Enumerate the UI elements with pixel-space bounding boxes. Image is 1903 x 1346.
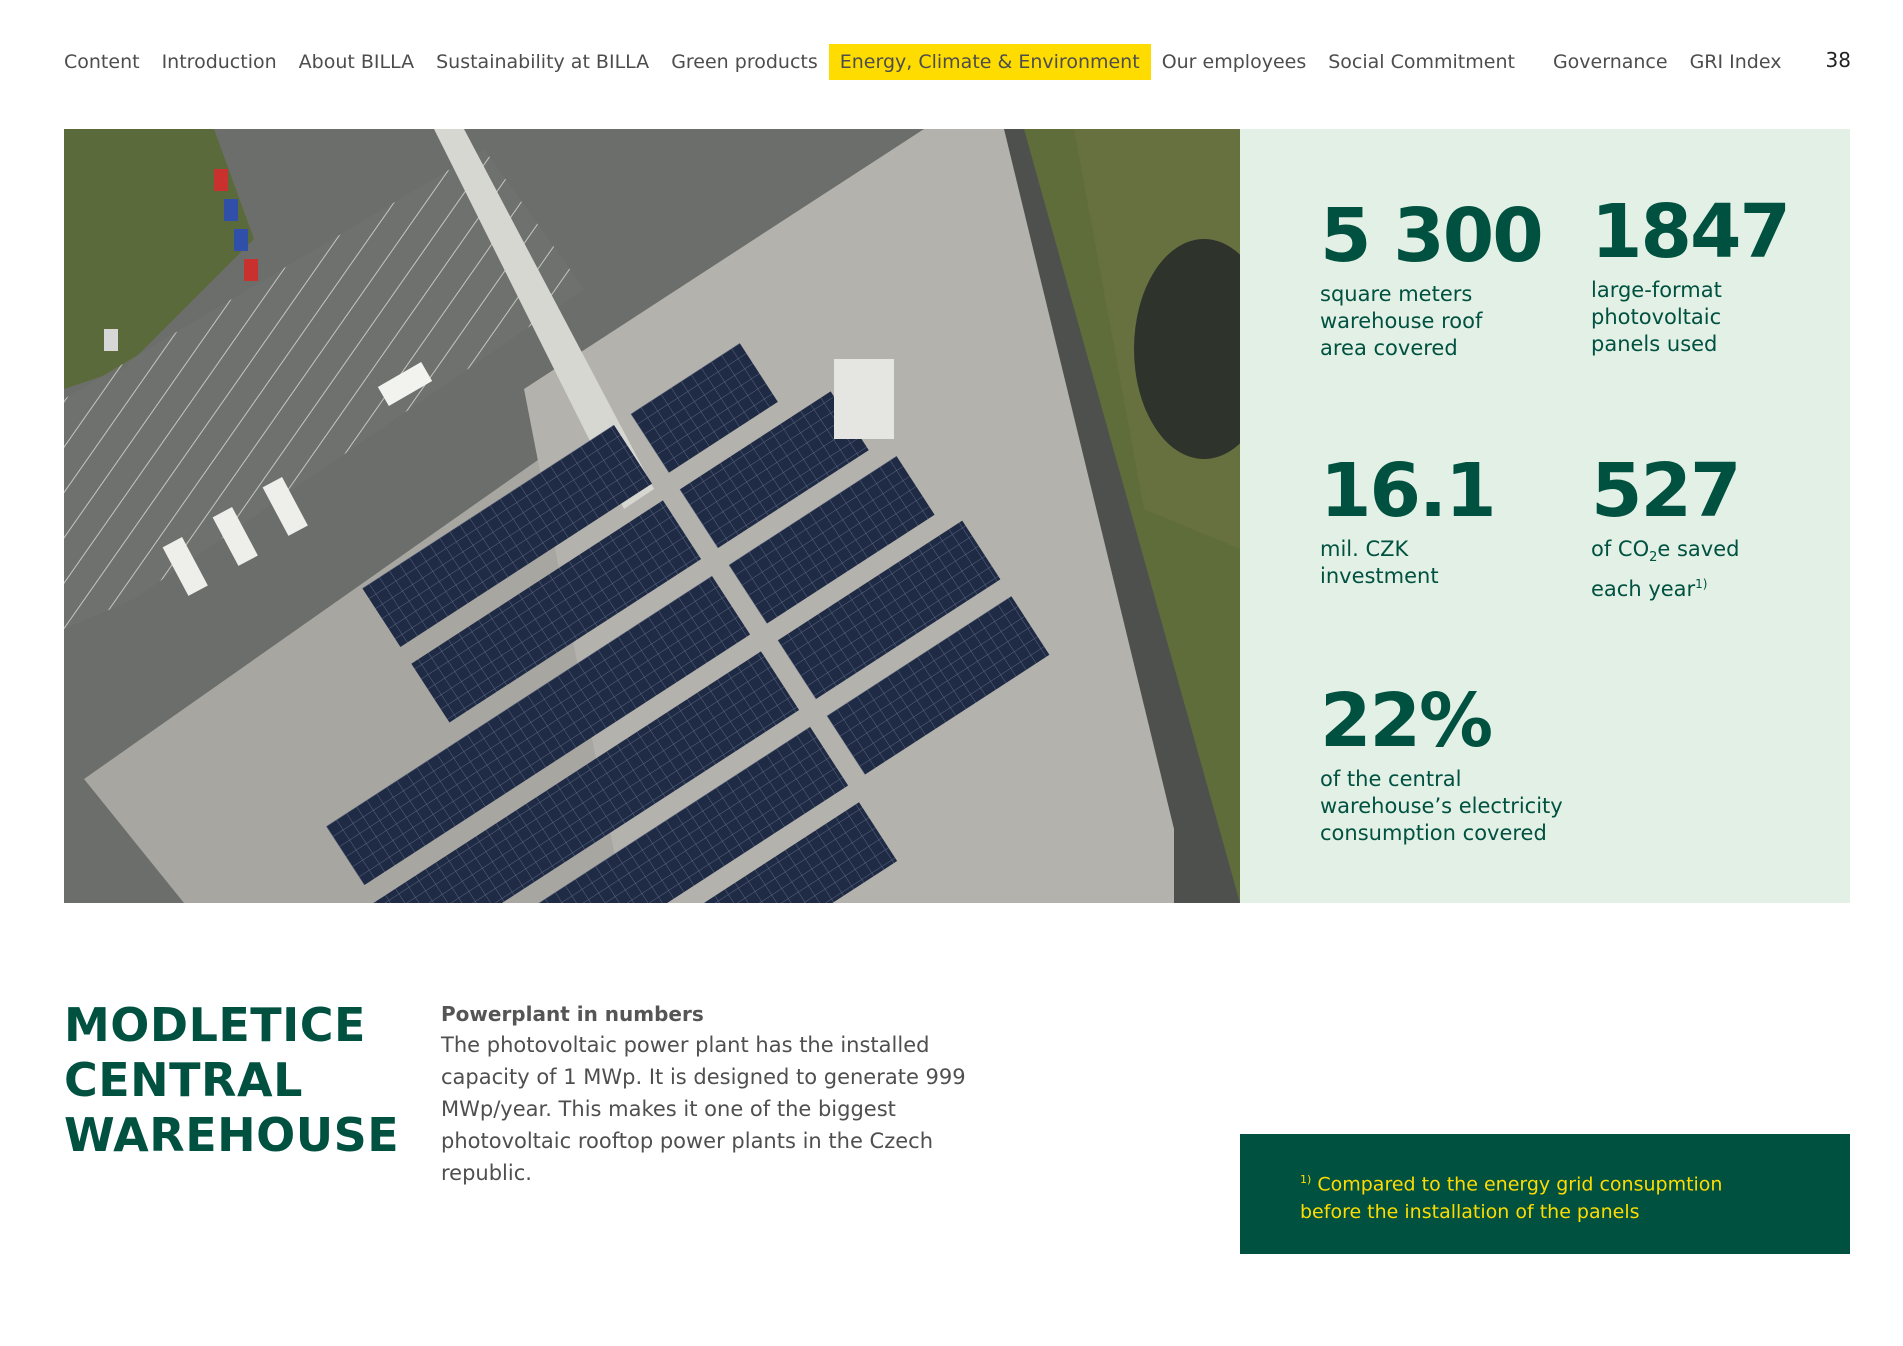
stat-co2: 527 of CO2e saved each year1) [1591, 448, 1741, 603]
stat-panels: 1847 large-format photovoltaic panels us… [1591, 189, 1791, 358]
stats-panel: 5 300 square meters warehouse roof area … [1240, 129, 1850, 903]
nav-item-green-products[interactable]: Green products [660, 44, 829, 80]
stat-investment: 16.1 mil. CZK investment [1320, 448, 1497, 590]
nav-item-governance[interactable]: Governance [1542, 44, 1679, 80]
stat-electricity-share-label: of the central warehouse’s electricity c… [1320, 767, 1563, 845]
page-headline: MODLETICE CENTRAL WAREHOUSE [64, 998, 400, 1163]
stat-panels-value: 1847 [1591, 189, 1791, 275]
stat-co2-label: of CO2e saved each year1) [1591, 537, 1740, 602]
nav-item-our-employees[interactable]: Our employees [1151, 44, 1318, 80]
headline-line-1: MODLETICE [64, 998, 366, 1052]
aerial-photo-illustration [64, 129, 1240, 903]
nav-item-sustainability[interactable]: Sustainability at BILLA [425, 44, 660, 80]
nav-item-energy-climate-environment[interactable]: Energy, Climate & Environment [828, 44, 1151, 80]
stat-investment-label: mil. CZK investment [1320, 537, 1439, 588]
nav-item-about-billa[interactable]: About BILLA [288, 44, 425, 80]
top-navigation: Content Introduction About BILLA Sustain… [64, 44, 1792, 80]
nav-item-gri-index[interactable]: GRI Index [1679, 44, 1793, 80]
nav-item-social-commitment[interactable]: Social Commitment [1317, 44, 1526, 80]
stat-co2-value: 527 [1591, 448, 1741, 534]
stat-investment-value: 16.1 [1320, 448, 1497, 534]
footnote-text: 1) Compared to the energy grid consupmti… [1300, 1173, 1723, 1224]
stat-panels-label: large-format photovoltaic panels used [1591, 278, 1722, 356]
stat-electricity-share-value: 22% [1320, 678, 1493, 764]
stat-roof-area: 5 300 square meters warehouse roof area … [1320, 193, 1544, 362]
nav-item-content[interactable]: Content [64, 44, 151, 80]
page-number: 38 [1825, 48, 1851, 72]
nav-item-introduction[interactable]: Introduction [151, 44, 288, 80]
stat-roof-area-value: 5 300 [1320, 193, 1544, 279]
footnote-box: 1) Compared to the energy grid consupmti… [1240, 1134, 1850, 1254]
aerial-photo-solar-roof [64, 129, 1240, 903]
powerplant-description: Powerplant in numbers The photovoltaic p… [441, 999, 1021, 1189]
stat-roof-area-label: square meters warehouse roof area covere… [1320, 282, 1483, 360]
headline-line-2: CENTRAL [64, 1053, 303, 1107]
powerplant-text: The photovoltaic power plant has the ins… [441, 1033, 966, 1185]
powerplant-title: Powerplant in numbers [441, 1002, 704, 1026]
stat-electricity-share: 22% of the central warehouse’s electrici… [1320, 682, 1563, 847]
headline-line-3: WAREHOUSE [64, 1108, 400, 1162]
